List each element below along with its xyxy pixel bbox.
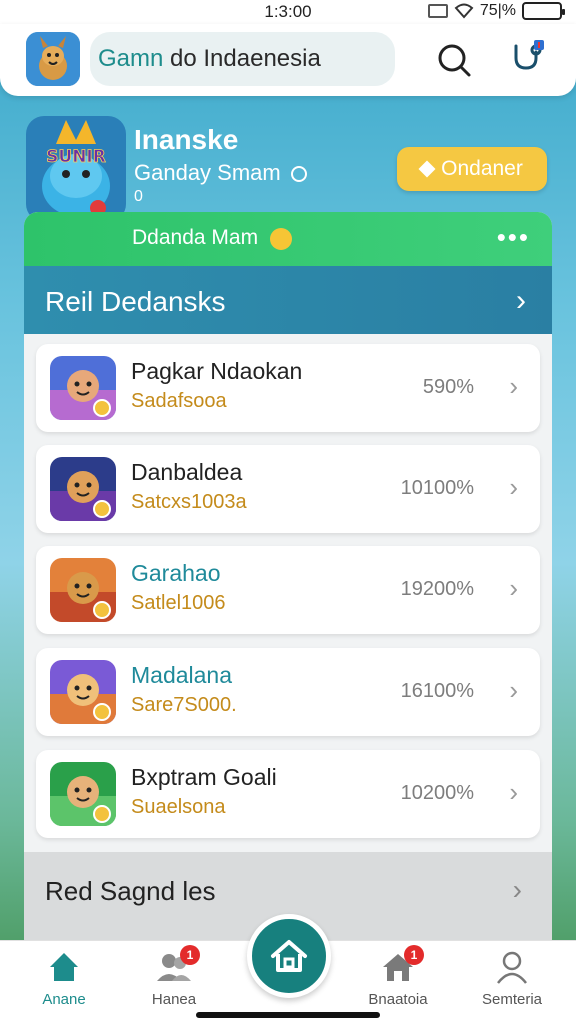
- chevron-right-icon: ›: [516, 284, 526, 317]
- main-panel: Ddanda Mam ••• Reil Dedansks › Pagkar Nd…: [24, 212, 552, 952]
- profile-subtitle-extra: 0: [134, 188, 143, 205]
- order-button[interactable]: Ondaner: [397, 147, 547, 191]
- wifi-icon: [454, 3, 474, 19]
- list-item-subtitle: Sadafsooa: [131, 390, 227, 412]
- game-thumbnail: [50, 660, 116, 724]
- nav-label: Bnaatoia: [368, 991, 428, 1008]
- notification-badge: 1: [180, 945, 200, 965]
- profile-subtitle: Ganday Smam: [134, 160, 307, 186]
- stethoscope-icon: [514, 40, 544, 70]
- list-item[interactable]: Bxptram Goali Suaelsona 10200% ›: [36, 750, 540, 838]
- section-header[interactable]: Reil Dedansks ›: [24, 266, 552, 334]
- list-item-subtitle: Suaelsona: [131, 796, 226, 818]
- game-thumbnail: [50, 558, 116, 622]
- nav-label: Anane: [42, 991, 86, 1008]
- tag-icon: [418, 160, 436, 178]
- list-item-subtitle: Satcxs1003a: [131, 491, 247, 513]
- users-icon: 1: [154, 945, 200, 987]
- profile-name: Inanske: [134, 124, 239, 155]
- app-logo[interactable]: [26, 32, 80, 86]
- list-item-percent: 10200%: [400, 782, 474, 804]
- chevron-right-icon: ›: [512, 874, 522, 905]
- info-circle-icon[interactable]: [290, 166, 307, 183]
- game-thumbnail: [50, 762, 116, 826]
- signal-icon: [427, 4, 448, 18]
- stethoscope-button[interactable]: [506, 38, 550, 82]
- nav-label: Semteria: [481, 991, 543, 1008]
- list-item-percent: 19200%: [400, 578, 474, 600]
- chevron-right-icon: ›: [509, 573, 518, 603]
- list-item-title: Madalana: [131, 662, 233, 688]
- game-thumbnail: [50, 457, 116, 521]
- list-item-title: Garahao: [131, 560, 221, 586]
- status-icons: 75|%: [427, 2, 565, 20]
- nav-item-users[interactable]: 1 Hanea: [124, 945, 224, 1008]
- list-item-subtitle: Satlel1006: [131, 592, 226, 614]
- more-menu-icon[interactable]: •••: [497, 222, 530, 253]
- coin-icon: [270, 228, 292, 250]
- promo-bar-label: Ddanda Mam: [132, 226, 259, 249]
- list-item-percent: 16100%: [400, 680, 474, 702]
- section-title: Reil Dedansks: [45, 286, 226, 317]
- order-button-label: Ondaner: [441, 157, 523, 180]
- nav-item-home[interactable]: Anane: [14, 947, 114, 1008]
- list-item-title: Bxptram Goali: [131, 764, 277, 790]
- notification-badge: 1: [404, 945, 424, 965]
- app-header: Gamn do Indaenesia: [0, 24, 576, 96]
- nav-item-notifications[interactable]: 1 Bnaatoia: [348, 945, 448, 1008]
- search-button[interactable]: [432, 38, 476, 82]
- list-item[interactable]: Danbaldea Satcxs1003a 10100% ›: [36, 445, 540, 533]
- promo-bar[interactable]: Ddanda Mam •••: [24, 212, 552, 266]
- list-item[interactable]: Madalana Sare7S000. 16100% ›: [36, 648, 540, 736]
- home-icon: [44, 947, 84, 987]
- battery-icon: [522, 2, 565, 20]
- game-thumbnail: [50, 356, 116, 420]
- profile-subtitle-text: Ganday Smam: [134, 160, 281, 185]
- search-text: do Indaenesia: [163, 45, 321, 72]
- footer-section-title: Red Sagnd les: [45, 876, 216, 906]
- chevron-right-icon: ›: [509, 777, 518, 807]
- search-text-brand: Gamn: [98, 45, 164, 72]
- chevron-right-icon: ›: [509, 472, 518, 502]
- dragon-avatar-icon: SUNIR: [26, 116, 126, 222]
- search-bar[interactable]: Gamn do Indaenesia: [90, 32, 395, 86]
- profile-icon: [492, 947, 532, 987]
- home-fab-button[interactable]: [247, 914, 331, 998]
- list-item[interactable]: Garahao Satlel1006 19200% ›: [36, 546, 540, 634]
- nav-label: Hanea: [151, 991, 197, 1008]
- list-item-percent: 10100%: [400, 477, 474, 499]
- status-bar: 1:3:00 75|%: [0, 0, 576, 24]
- profile-avatar[interactable]: SUNIR: [26, 116, 126, 222]
- chevron-right-icon: ›: [509, 371, 518, 401]
- list-item-title: Pagkar Ndaokan: [131, 358, 303, 384]
- home-indicator: [196, 1012, 380, 1018]
- list-item[interactable]: Pagkar Ndaokan Sadafsooa 590% ›: [36, 344, 540, 432]
- house-notify-icon: 1: [378, 945, 424, 987]
- kangaroo-logo-icon: [26, 32, 80, 86]
- list-item-subtitle: Sare7S000.: [131, 694, 237, 716]
- battery-percent: 75|%: [479, 2, 516, 19]
- avatar-title: SUNIR: [46, 147, 106, 167]
- nav-item-profile[interactable]: Semteria: [462, 947, 562, 1008]
- list-item-title: Danbaldea: [131, 459, 243, 485]
- search-icon: [438, 44, 471, 77]
- list-item-percent: 590%: [422, 376, 474, 398]
- home-icon: [271, 940, 307, 972]
- chevron-right-icon: ›: [509, 675, 518, 705]
